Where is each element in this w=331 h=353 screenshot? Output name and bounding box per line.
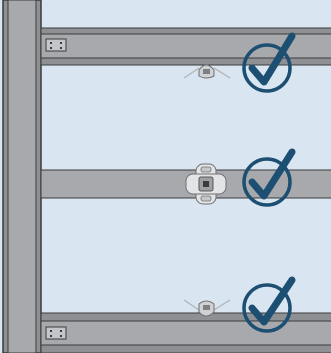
bolt-plate-icon (45, 326, 67, 340)
diagram-canvas (0, 0, 331, 353)
steel-column (2, 0, 42, 353)
beam-connection-diagram (0, 0, 331, 353)
bolt-plate-icon (45, 38, 67, 52)
